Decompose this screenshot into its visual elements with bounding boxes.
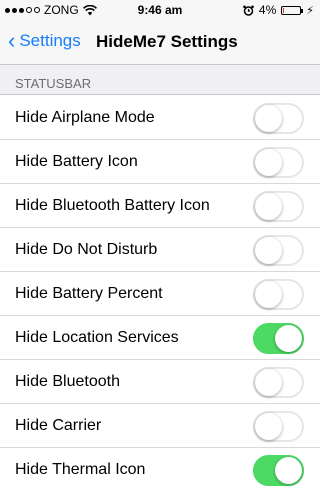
settings-row: Hide Airplane Mode <box>0 96 320 140</box>
toggle-switch[interactable] <box>253 455 304 486</box>
battery-icon <box>281 5 304 15</box>
battery-fill <box>283 7 285 13</box>
settings-row: Hide Bluetooth <box>0 360 320 404</box>
settings-row: Hide Battery Percent <box>0 272 320 316</box>
toggle-switch[interactable] <box>253 279 304 310</box>
settings-row: Hide Do Not Disturb <box>0 228 320 272</box>
settings-row: Hide Location Services <box>0 316 320 360</box>
row-label: Hide Battery Percent <box>15 285 163 302</box>
toggle-knob <box>255 149 282 176</box>
settings-list: Hide Airplane Mode Hide Battery Icon Hide … <box>0 96 320 492</box>
toggle-knob <box>255 193 282 220</box>
row-label: Hide Do Not Disturb <box>15 241 158 258</box>
toggle-switch[interactable] <box>253 103 304 134</box>
chevron-left-icon: ‹ <box>8 28 16 53</box>
toggle-knob <box>255 105 282 132</box>
status-bar-right: 4% ⚡ <box>243 3 314 17</box>
settings-row: Hide Thermal Icon <box>0 448 320 492</box>
toggle-switch[interactable] <box>253 191 304 222</box>
toggle-knob <box>255 413 282 440</box>
back-button-label: Settings <box>19 31 81 50</box>
toggle-knob <box>255 237 282 264</box>
row-label: Hide Airplane Mode <box>15 109 155 126</box>
toggle-knob <box>255 281 282 308</box>
settings-row: Hide Carrier <box>0 404 320 448</box>
status-bar: ZONG 9:46 am 4% ⚡ <box>0 0 320 20</box>
navigation-bar: ‹ Settings HideMe7 Settings <box>0 20 320 65</box>
toggle-switch[interactable] <box>253 411 304 442</box>
settings-row: Hide Bluetooth Battery Icon <box>0 184 320 228</box>
toggle-switch[interactable] <box>253 147 304 178</box>
toggle-switch[interactable] <box>253 323 304 354</box>
row-label: Hide Bluetooth Battery Icon <box>15 197 210 214</box>
toggle-knob <box>275 325 302 352</box>
section-header: STATUSBAR <box>0 65 320 95</box>
row-label: Hide Bluetooth <box>15 373 120 390</box>
row-label: Hide Battery Icon <box>15 153 138 170</box>
row-label: Hide Thermal Icon <box>15 461 146 478</box>
toggle-switch[interactable] <box>253 235 304 266</box>
toggle-switch[interactable] <box>253 367 304 398</box>
row-label: Hide Location Services <box>15 329 179 346</box>
back-button[interactable]: ‹ Settings <box>8 28 81 53</box>
battery-percent: 4% <box>258 3 277 17</box>
settings-row: Hide Battery Icon <box>0 140 320 184</box>
row-label: Hide Carrier <box>15 417 102 434</box>
toggle-knob <box>255 369 282 396</box>
page-title: HideMe7 Settings <box>96 32 238 51</box>
charging-bolt-icon: ⚡ <box>306 4 314 17</box>
alarm-icon <box>243 5 254 16</box>
